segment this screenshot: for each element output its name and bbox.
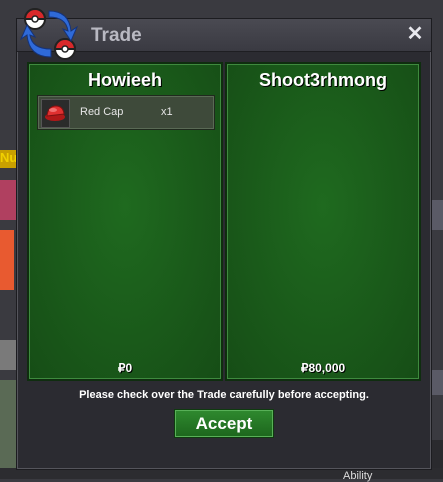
trade-item-slot[interactable]: Red Cap x1 [37,95,215,130]
trader-name: Howieeh [87,70,162,90]
bg-left-text: Nu [0,150,18,165]
bg-fragment [0,180,16,220]
trade-notice: Please check over the Trade carefully be… [79,389,369,401]
bg-fragment [0,340,16,370]
bg-fragment [0,230,14,290]
red-cap-icon [41,99,70,128]
money-offer: ₽0 [117,361,133,375]
trade-panel-partner: Shoot3rhmong ₽80,000 [225,62,421,381]
item-name: Red Cap [80,106,124,118]
bg-bottom-text: Ability [343,470,373,482]
trader-name: Shoot3rhmong [259,70,387,90]
trade-exchange-icon [19,8,79,60]
trade-panel-self: Howieeh Red Cap x1 ₽0 [27,62,223,381]
money-offer: ₽80,000 [300,361,346,375]
accept-button[interactable]: Accept [174,409,274,438]
item-quantity: x1 [161,106,173,118]
trade-window: Trade ✕ Howieeh Red Cap x1 ₽0 Shoot3rhmo… [16,8,432,470]
close-icon: ✕ [406,23,424,45]
bg-fragment [0,380,16,470]
close-button[interactable]: ✕ [405,24,425,44]
window-title: Trade [91,25,142,46]
